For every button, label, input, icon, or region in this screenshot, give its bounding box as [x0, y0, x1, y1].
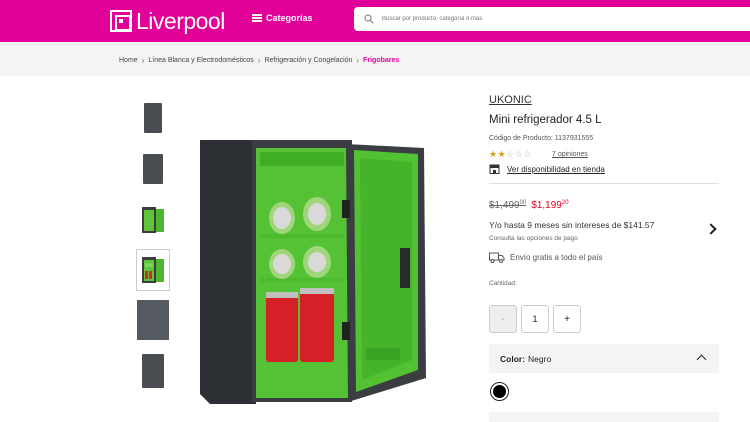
- color-selector-header[interactable]: Color: Negro: [489, 344, 719, 373]
- search-bar[interactable]: [354, 7, 750, 31]
- product-main-image: [200, 140, 426, 404]
- fridge-thumbnail-image: [143, 154, 163, 184]
- logo-mark-icon: [110, 10, 132, 32]
- old-price-cents: 00: [519, 200, 527, 206]
- fridge-cans-thumbnail-image: [142, 257, 164, 283]
- categories-label: Categorías: [266, 13, 313, 23]
- store-availability-label: Ver disponibilidad en tienda: [507, 164, 605, 174]
- thumbnail-5[interactable]: [136, 299, 170, 341]
- price-block: $1,49900 $1,19920: [489, 200, 569, 211]
- menu-icon: [252, 14, 262, 22]
- star-full-icon: ★: [489, 149, 498, 159]
- shipping-info: Envío gratis a todo el país: [489, 252, 603, 263]
- quantity-label: Cantidad:: [489, 280, 517, 287]
- breadcrumb-refrigeracion[interactable]: Refrigeración y Congelación: [264, 57, 352, 64]
- quantity-increase-button[interactable]: +: [553, 305, 581, 333]
- sale-price-amount: $1,199: [531, 200, 562, 211]
- thumbnail-1[interactable]: [136, 97, 170, 139]
- chevron-right-icon: ›: [356, 56, 360, 65]
- truck-icon: [489, 252, 505, 263]
- star-empty-icon: ☆: [506, 149, 515, 159]
- breadcrumb-home[interactable]: Home: [119, 57, 138, 64]
- installments-subtext: Consulta las opciones de pago: [489, 235, 578, 242]
- breadcrumb-linea-blanca[interactable]: Línea Blanca y Electrodomésticos: [148, 57, 253, 64]
- thumbnail-6[interactable]: [136, 350, 170, 392]
- fridge-open-thumbnail-image: [142, 207, 164, 233]
- fridge-thumbnail-image: [142, 354, 164, 388]
- chevron-up-icon: [696, 354, 707, 365]
- sale-price: $1,19920: [531, 200, 568, 211]
- liverpool-logo[interactable]: Liverpool: [110, 8, 225, 34]
- color-label: Color:: [500, 353, 526, 364]
- search-icon: [364, 14, 374, 24]
- quantity-value[interactable]: 1: [521, 305, 549, 333]
- opinions-link[interactable]: 7 opiniones: [552, 151, 588, 158]
- product-code: Código de Producto: 1137931555: [489, 135, 594, 142]
- product-title: Mini refrigerador 4.5 L: [489, 114, 602, 126]
- shipping-label: Envío gratis a todo el país: [510, 253, 603, 262]
- chevron-right-icon[interactable]: [705, 223, 717, 235]
- categories-button[interactable]: Categorías: [252, 13, 313, 23]
- thumbnail-3[interactable]: [136, 199, 170, 241]
- quantity-stepper: - 1 +: [489, 305, 581, 333]
- chevron-right-icon: ›: [141, 56, 145, 65]
- product-brand-link[interactable]: UKONIC: [489, 94, 532, 106]
- installments-text: Y/o hasta 9 meses sin intereses de $141.…: [489, 220, 655, 230]
- star-full-icon: ★: [497, 149, 507, 159]
- sale-price-cents: 20: [561, 200, 569, 206]
- star-empty-icon: ☆: [523, 149, 532, 159]
- color-value: Negro: [528, 353, 552, 364]
- store-icon: [489, 164, 500, 174]
- top-bar: Liverpool Categorías: [0, 0, 750, 42]
- breadcrumb: Home › Línea Blanca y Electrodomésticos …: [119, 56, 399, 65]
- quantity-decrease-button[interactable]: -: [489, 305, 517, 333]
- thumbnail-2[interactable]: [136, 148, 170, 190]
- search-input[interactable]: [382, 16, 682, 22]
- store-availability-link[interactable]: Ver disponibilidad en tienda: [489, 164, 605, 174]
- breadcrumb-bar: Home › Línea Blanca y Electrodomésticos …: [0, 42, 750, 76]
- logo-text: Liverpool: [136, 7, 225, 34]
- old-price-amount: $1,499: [489, 200, 520, 211]
- divider: [489, 183, 719, 184]
- color-swatch-black[interactable]: [490, 382, 509, 401]
- fridge-thumbnail-image: [144, 103, 162, 133]
- thumbnail-4-selected[interactable]: [136, 249, 170, 291]
- breadcrumb-current: Frigobares: [363, 57, 400, 64]
- rating-stars[interactable]: ★★☆☆☆: [489, 149, 532, 160]
- chevron-right-icon: ›: [257, 56, 261, 65]
- fridge-detail-thumbnail-image: [137, 300, 169, 340]
- old-price: $1,49900: [489, 200, 526, 211]
